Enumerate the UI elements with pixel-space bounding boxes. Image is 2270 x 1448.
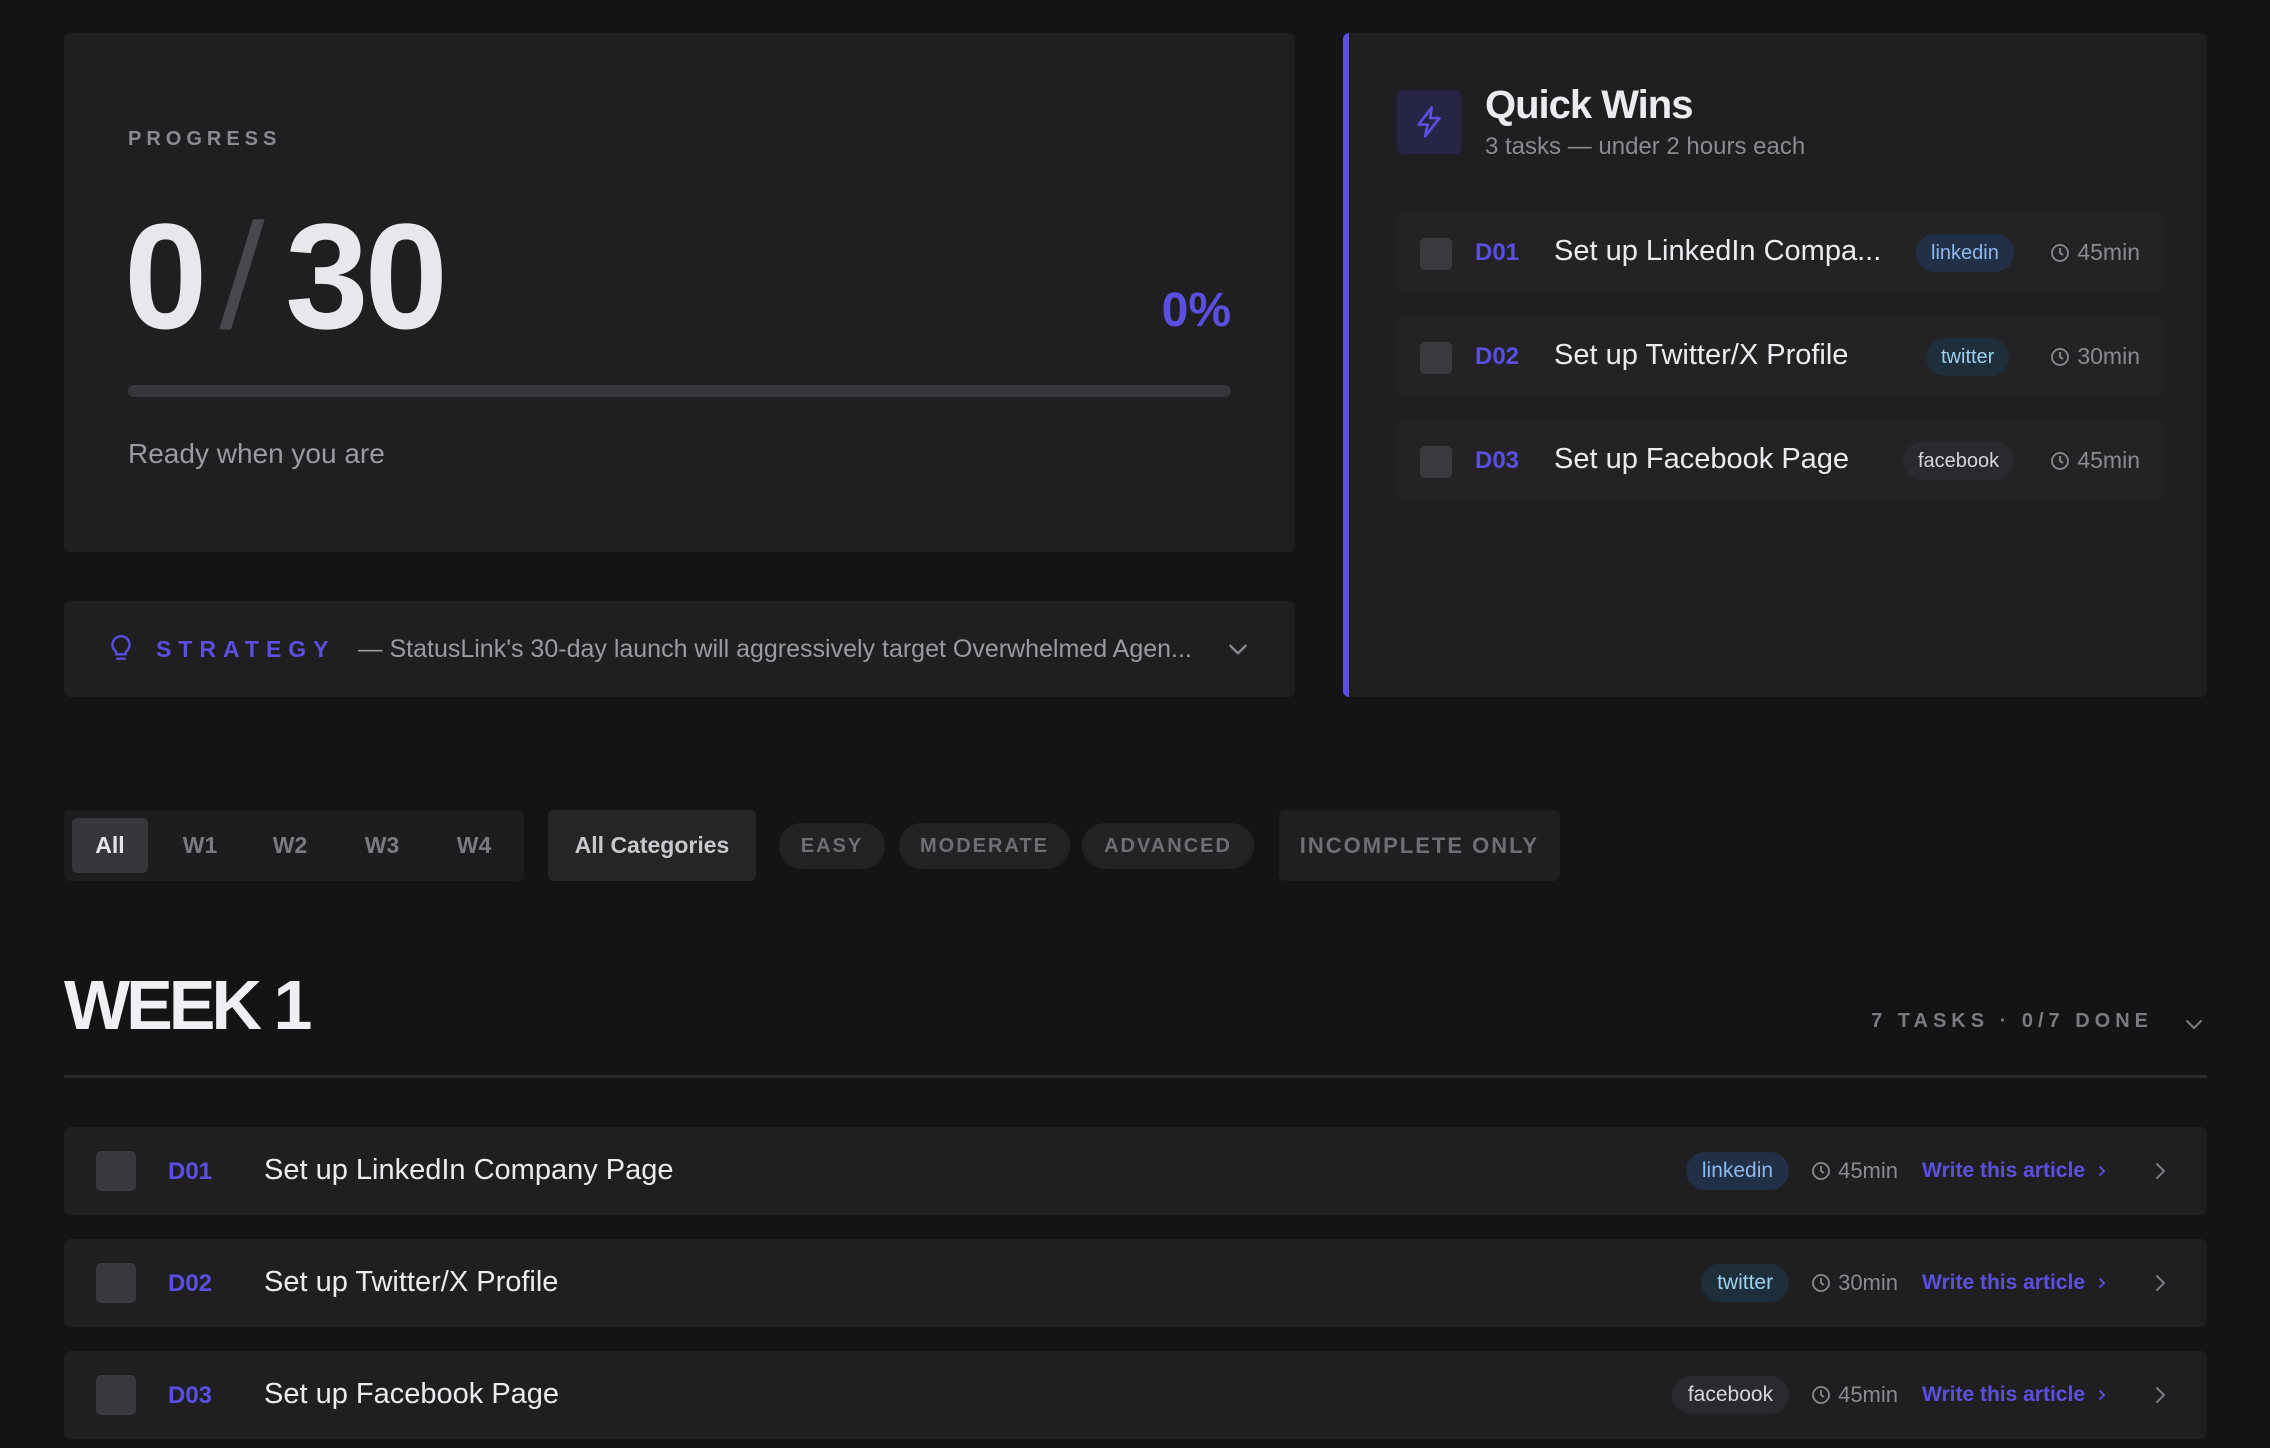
task-time: 45min (1811, 1382, 1898, 1408)
task-checkbox[interactable] (96, 1263, 136, 1303)
quick-wins-title: Quick Wins (1485, 83, 1693, 127)
chevron-right-icon[interactable] (2149, 1160, 2171, 1182)
task-meta: linkedin 45min Write this article (1685, 1127, 2171, 1215)
task-title: Set up Twitter/X Profile (264, 1266, 559, 1298)
task-code: D01 (168, 1158, 213, 1185)
progress-count: 0 / 30 (124, 192, 448, 360)
task-row[interactable]: D01 Set up LinkedIn Company Page linkedi… (64, 1127, 2207, 1215)
task-time: 45min (2050, 239, 2140, 266)
write-article-link[interactable]: Write this article (1922, 1159, 2109, 1183)
quick-win-item[interactable]: D02 Set up Twitter/X Profile twitter 30m… (1397, 315, 2163, 397)
quick-wins-card: Quick Wins 3 tasks — under 2 hours each … (1343, 33, 2207, 697)
week-title: WEEK 1 (64, 966, 312, 1044)
progress-total: 30 (285, 192, 448, 360)
chevron-right-icon (2099, 1390, 2106, 1400)
clock-icon (2051, 451, 2070, 470)
task-time-value: 45min (2077, 239, 2140, 265)
chevron-right-icon (2099, 1166, 2106, 1176)
task-time-value: 45min (1838, 1158, 1898, 1183)
task-row[interactable]: D03 Set up Facebook Page facebook 45min … (64, 1351, 2207, 1439)
write-article-label: Write this article (1922, 1271, 2085, 1294)
filter-week-4[interactable]: W4 (438, 818, 510, 873)
strategy-text: — StatusLink's 30-day launch will aggres… (357, 634, 1192, 663)
divider (64, 1075, 2207, 1078)
task-code: D02 (168, 1270, 213, 1297)
tag-twitter: twitter (1926, 338, 2010, 376)
lightning-icon (1397, 90, 1461, 154)
chevron-right-icon (2099, 1278, 2106, 1288)
task-time: 30min (2050, 343, 2140, 370)
quick-win-item[interactable]: D01 Set up LinkedIn Compa... linkedin 45… (1397, 211, 2163, 293)
quick-wins-subtitle: 3 tasks — under 2 hours each (1485, 133, 1806, 160)
task-time-value: 45min (1838, 1382, 1898, 1407)
filter-week-all[interactable]: All (72, 818, 148, 873)
chevron-down-icon[interactable] (2182, 1012, 2206, 1036)
clock-icon (1812, 1162, 1830, 1180)
clock-icon (2051, 347, 2070, 366)
task-meta: twitter 30min Write this article (1701, 1239, 2171, 1327)
bulb-icon (111, 634, 131, 660)
filter-easy[interactable]: EASY (779, 823, 885, 869)
strategy-bar[interactable]: STRATEGY — StatusLink's 30-day launch wi… (64, 601, 1295, 697)
week-filter: All W1 W2 W3 W4 (64, 810, 524, 881)
app-root: PROGRESS 0 / 30 0% Ready when you are ST… (0, 0, 2270, 1448)
clock-icon (1812, 1386, 1830, 1404)
clock-icon (1812, 1274, 1830, 1292)
write-article-link[interactable]: Write this article (1922, 1383, 2109, 1407)
filter-week-1[interactable]: W1 (164, 818, 236, 873)
write-article-label: Write this article (1922, 1383, 2085, 1406)
task-title: Set up Twitter/X Profile (1554, 339, 1849, 371)
progress-label: PROGRESS (128, 128, 282, 150)
week-meta: 7 TASKS · 0/7 DONE (1871, 1010, 2153, 1032)
task-time-value: 30min (1838, 1270, 1898, 1295)
progress-status: Ready when you are (128, 438, 385, 469)
incomplete-only-toggle[interactable]: INCOMPLETE ONLY (1279, 810, 1560, 881)
progress-card: PROGRESS 0 / 30 0% Ready when you are (64, 33, 1295, 552)
chevron-down-icon[interactable] (1225, 636, 1251, 662)
strategy-label: STRATEGY (156, 635, 336, 662)
task-row[interactable]: D02 Set up Twitter/X Profile twitter 30m… (64, 1239, 2207, 1327)
tag-facebook: facebook (1671, 1376, 1790, 1414)
chevron-right-icon[interactable] (2149, 1272, 2171, 1294)
task-title: Set up Facebook Page (264, 1378, 560, 1410)
task-time: 45min (1811, 1158, 1898, 1184)
progress-bar (128, 385, 1231, 397)
progress-percent: 0% (1161, 284, 1231, 337)
progress-done: 0 (124, 192, 207, 360)
task-title: Set up Facebook Page (1554, 443, 1850, 475)
write-article-link[interactable]: Write this article (1922, 1271, 2109, 1295)
task-checkbox[interactable] (1420, 342, 1452, 374)
filter-advanced[interactable]: ADVANCED (1082, 823, 1254, 869)
task-checkbox[interactable] (1420, 238, 1452, 270)
write-article-label: Write this article (1922, 1159, 2085, 1182)
task-title: Set up LinkedIn Compa... (1554, 235, 1882, 267)
task-time: 30min (1811, 1270, 1898, 1296)
task-code: D01 (1475, 239, 1520, 266)
tag-linkedin: linkedin (1685, 1152, 1790, 1190)
task-time: 45min (2050, 447, 2140, 474)
task-title: Set up LinkedIn Company Page (264, 1154, 674, 1186)
tag-linkedin: linkedin (1916, 234, 2014, 272)
progress-slash: / (218, 192, 267, 360)
tag-facebook: facebook (1903, 442, 2015, 480)
filter-moderate[interactable]: MODERATE (899, 823, 1070, 869)
task-checkbox[interactable] (96, 1151, 136, 1191)
task-code: D02 (1475, 343, 1520, 370)
task-time-value: 45min (2077, 447, 2140, 473)
task-checkbox[interactable] (1420, 446, 1452, 478)
clock-icon (2051, 243, 2070, 262)
filter-week-3[interactable]: W3 (346, 818, 418, 873)
category-filter[interactable]: All Categories (548, 810, 756, 881)
chevron-right-icon[interactable] (2149, 1384, 2171, 1406)
filter-week-2[interactable]: W2 (254, 818, 326, 873)
task-checkbox[interactable] (96, 1375, 136, 1415)
tag-twitter: twitter (1701, 1264, 1790, 1302)
task-meta: facebook 45min Write this article (1671, 1351, 2171, 1439)
task-time-value: 30min (2077, 343, 2140, 369)
task-code: D03 (168, 1382, 213, 1409)
task-code: D03 (1475, 447, 1520, 474)
quick-win-item[interactable]: D03 Set up Facebook Page facebook 45min (1397, 419, 2163, 501)
